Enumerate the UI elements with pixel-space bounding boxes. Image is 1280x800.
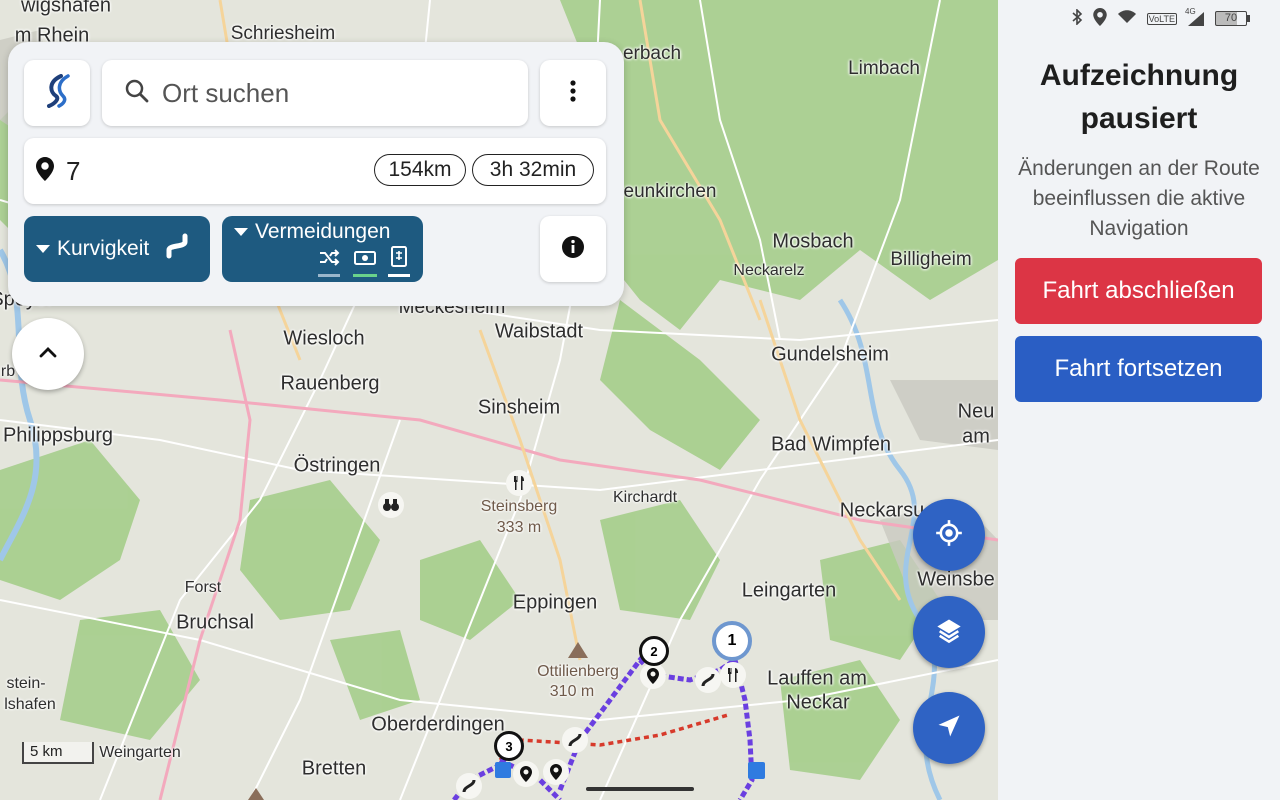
logo-icon: [44, 73, 70, 113]
network-type: 4G: [1185, 6, 1196, 16]
place-label: erbach: [622, 43, 682, 64]
info-icon: [561, 235, 585, 264]
waypoint-marker[interactable]: 1: [712, 621, 752, 661]
parking-icon[interactable]: [495, 762, 511, 778]
place-label: Limbach: [848, 58, 920, 79]
peak-label: Steinsberg: [480, 498, 558, 515]
place-label: Bretten: [301, 757, 367, 780]
route-info-button[interactable]: [540, 216, 606, 282]
place-label: wigshafen: [20, 0, 112, 17]
shuffle-icon[interactable]: [318, 249, 340, 277]
curviness-button[interactable]: Kurvigkeit: [24, 216, 210, 282]
ferry-icon[interactable]: [388, 246, 410, 277]
volte-badge: VoLTE: [1146, 12, 1177, 25]
place-label: Bruchsal: [176, 611, 254, 634]
chevron-up-icon: [36, 340, 60, 369]
recording-sidebar: VoLTE 4G 70 Aufzeichnung pausiert Änderu…: [998, 0, 1280, 800]
place-label: Weingarten: [99, 744, 181, 761]
curvy-road-icon: [165, 233, 189, 265]
place-label: Eppingen: [512, 591, 598, 614]
place-label: Philippsburg: [2, 424, 114, 447]
battery-level: 70: [1215, 11, 1247, 26]
curve-marker-icon[interactable]: [562, 727, 588, 753]
pin-icon: [36, 156, 54, 186]
layers-icon: [935, 616, 963, 649]
search-placeholder: Ort suchen: [162, 77, 290, 108]
curve-marker-icon[interactable]: [456, 773, 482, 799]
dropdown-arrow-icon: [36, 245, 50, 253]
place-label: Rauenberg: [280, 372, 380, 395]
distance-badge: 154km: [374, 154, 466, 186]
place-label: Oberderdingen: [371, 713, 505, 736]
location-icon: [1092, 8, 1107, 29]
curve-marker-icon[interactable]: [695, 667, 721, 693]
place-label: Bad Wimpfen: [770, 433, 892, 456]
search-input[interactable]: Ort suchen: [102, 60, 528, 126]
start-navigation-button[interactable]: [913, 692, 985, 764]
recording-status-title: Aufzeichnung pausiert: [1039, 59, 1239, 135]
status-bar: VoLTE 4G 70: [1071, 7, 1250, 29]
waypoint-marker[interactable]: 3: [494, 731, 524, 761]
place-label: eunkirchen: [623, 181, 717, 202]
peak-elevation: 310 m: [549, 683, 595, 700]
finish-ride-button[interactable]: Fahrt abschließen: [1015, 258, 1262, 324]
route-summary[interactable]: 7 154km 3h 32min: [24, 138, 606, 204]
dropdown-arrow-icon: [234, 228, 248, 236]
navigation-arrow-icon: [935, 712, 963, 745]
route-pin-icon[interactable]: [640, 663, 666, 689]
place-label: am: [962, 425, 990, 448]
route-pin-icon[interactable]: [543, 759, 569, 785]
parking-icon[interactable]: [748, 762, 765, 779]
search-icon: [124, 78, 150, 109]
duration-badge: 3h 32min: [472, 154, 594, 186]
more-vert-icon: [569, 79, 577, 107]
waypoint-marker[interactable]: 2: [639, 636, 669, 666]
peak-elevation: 333 m: [496, 519, 542, 536]
locate-me-button[interactable]: [913, 499, 985, 571]
peak-label: Ottilienberg: [537, 663, 619, 680]
place-label: Billigheim: [890, 249, 972, 270]
place-label: Neckar: [786, 691, 850, 714]
wifi-icon: [1117, 10, 1137, 27]
battery-icon: 70: [1215, 11, 1250, 26]
avoidances-label: Vermeidungen: [255, 220, 391, 243]
place-label: Kirchardt: [612, 489, 678, 506]
resume-ride-button[interactable]: Fahrt fortsetzen: [1015, 336, 1262, 402]
place-label: Leingarten: [741, 579, 837, 602]
place-label: Weinsbe: [917, 568, 995, 591]
signal-icon: 4G: [1185, 7, 1205, 27]
curviness-label: Kurvigkeit: [57, 237, 150, 260]
place-label: Lauffen am: [767, 667, 867, 690]
map-layers-button[interactable]: [913, 596, 985, 668]
place-label: stein-: [6, 675, 46, 692]
recording-status-description: Änderungen an der Route beeinflussen die…: [1018, 157, 1260, 240]
place-label: Neckarelz: [733, 262, 805, 279]
restaurant-icon[interactable]: [506, 470, 532, 496]
collapse-panel-button[interactable]: [12, 318, 84, 390]
place-label: Gundelsheim: [771, 343, 889, 366]
place-label: lshafen: [4, 696, 56, 713]
route-panel: Ort suchen 7 154km 3h 32min Kurvigkeit V…: [8, 42, 624, 306]
place-label: Wiesloch: [283, 327, 365, 350]
place-label: Mosbach: [772, 230, 854, 253]
place-label: Neckarsu: [839, 499, 925, 522]
place-label: Forst: [184, 579, 222, 596]
waypoint-count: 7: [66, 155, 81, 186]
more-menu-button[interactable]: [540, 60, 606, 126]
bluetooth-icon: [1071, 8, 1083, 28]
toll-icon[interactable]: [353, 249, 377, 277]
place-label: Östringen: [293, 454, 381, 477]
place-label: Waibstadt: [494, 320, 584, 343]
viewpoint-icon[interactable]: [378, 492, 404, 518]
place-label: Sinsheim: [477, 396, 561, 419]
scale-bar: 5 km: [22, 742, 94, 764]
place-label: Neu: [957, 400, 995, 423]
my-location-icon: [935, 519, 963, 552]
logo-button[interactable]: [24, 60, 90, 126]
home-indicator[interactable]: [586, 787, 694, 791]
restaurant-icon[interactable]: [720, 662, 746, 688]
avoidances-button[interactable]: Vermeidungen: [222, 216, 423, 282]
route-pin-icon[interactable]: [513, 761, 539, 787]
